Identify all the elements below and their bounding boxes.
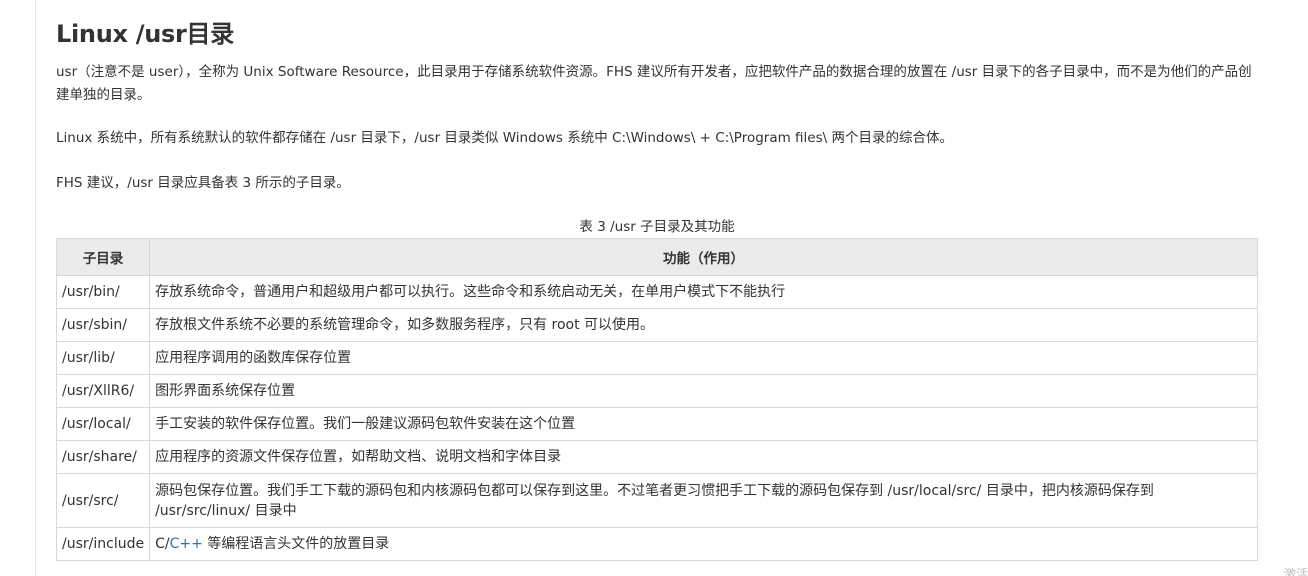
function-cell: 存放根文件系统不必要的系统管理命令，如多数服务程序，只有 root 可以使用。: [149, 308, 1258, 342]
table-row: /usr/src/ 源码包保存位置。我们手工下载的源码包和内核源码包都可以保存到…: [55, 473, 1258, 528]
dir-cell: /usr/lib/: [55, 341, 151, 375]
page: Linux /usr目录 usr（注意不是 user），全称为 Unix Sof…: [0, 0, 1308, 576]
dir-cell: /usr/bin/: [55, 275, 151, 309]
function-suffix: 等编程语言头文件的放置目录: [202, 536, 390, 552]
function-cell: 存放系统命令，普通用户和超级用户都可以执行。这些命令和系统启动无关，在单用户模式…: [149, 275, 1258, 309]
dir-cell: /usr/share/: [55, 440, 151, 474]
table-row: /usr/share/ 应用程序的资源文件保存位置，如帮助文档、说明文档和字体目…: [55, 440, 1258, 474]
function-cell: 图形界面系统保存位置: [149, 374, 1258, 408]
function-cell: 应用程序调用的函数库保存位置: [149, 341, 1258, 375]
paragraph-intro: usr（注意不是 user），全称为 Unix Software Resourc…: [56, 64, 1252, 103]
function-prefix: C/: [155, 536, 170, 552]
paragraph-linux-usr: Linux 系统中，所有系统默认的软件都存储在 /usr 目录下，/usr 目录…: [56, 130, 953, 146]
table-caption: 表 3 /usr 子目录及其功能: [579, 219, 735, 235]
page-title: Linux /usr目录: [56, 20, 234, 48]
header-function: 功能（作用）: [149, 238, 1258, 276]
dir-cell: /usr/local/: [55, 407, 151, 441]
cpp-link[interactable]: C++: [170, 536, 203, 552]
paragraph-fhs: FHS 建议，/usr 目录应具备表 3 所示的子目录。: [56, 175, 350, 191]
table-row: /usr/sbin/ 存放根文件系统不必要的系统管理命令，如多数服务程序，只有 …: [55, 308, 1258, 342]
watermark-text: 激活: [1283, 567, 1308, 576]
dir-cell: /usr/src/: [55, 473, 151, 528]
table-row: /usr/local/ 手工安装的软件保存位置。我们一般建议源码包软件安装在这个…: [55, 407, 1258, 441]
function-cell: 应用程序的资源文件保存位置，如帮助文档、说明文档和字体目录: [149, 440, 1258, 474]
function-cell: C/C++ 等编程语言头文件的放置目录: [149, 527, 1258, 561]
table-header-row: 子目录 功能（作用）: [55, 238, 1258, 276]
table-row: /usr/bin/ 存放系统命令，普通用户和超级用户都可以执行。这些命令和系统启…: [55, 275, 1258, 309]
dir-cell: /usr/sbin/: [55, 308, 151, 342]
function-cell: 源码包保存位置。我们手工下载的源码包和内核源码包都可以保存到这里。不过笔者更习惯…: [149, 473, 1258, 528]
usr-subdirectory-table: 子目录 功能（作用） /usr/bin/ 存放系统命令，普通用户和超级用户都可以…: [55, 238, 1258, 561]
dir-cell: /usr/XllR6/: [55, 374, 151, 408]
left-divider: [35, 0, 36, 576]
table-row: /usr/include C/C++ 等编程语言头文件的放置目录: [55, 527, 1258, 561]
table-row: /usr/lib/ 应用程序调用的函数库保存位置: [55, 341, 1258, 375]
function-cell: 手工安装的软件保存位置。我们一般建议源码包软件安装在这个位置: [149, 407, 1258, 441]
dir-cell: /usr/include: [55, 527, 151, 561]
table-row: /usr/XllR6/ 图形界面系统保存位置: [55, 374, 1258, 408]
header-subdirectory: 子目录: [55, 238, 151, 276]
